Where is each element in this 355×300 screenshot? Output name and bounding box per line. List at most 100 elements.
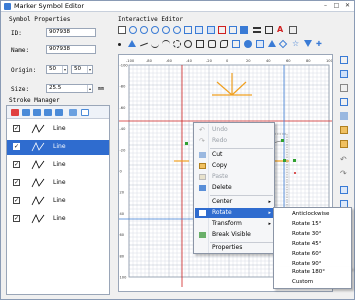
chevron-up-icon[interactable]: ▴ [87,85,92,92]
delete-stroke-icon[interactable] [11,109,19,116]
undo-icon[interactable]: ↶ [340,156,348,164]
star-icon[interactable]: ☆ [292,40,300,48]
line-style-icon[interactable] [265,26,273,34]
visibility-checkbox[interactable]: ✓ [13,179,20,186]
copy-icon[interactable] [340,126,348,134]
down-triangle-icon[interactable] [304,40,312,47]
chevron-down-icon[interactable]: ▾ [87,66,92,73]
menu-item-rotate[interactable]: Rotate ▸ [195,208,274,218]
stroke-row[interactable]: ✓ Line [7,122,109,137]
triangle-icon[interactable] [128,40,136,47]
menu-item-paste[interactable]: Paste [195,172,274,182]
rectangle-icon[interactable] [196,40,204,48]
id-field[interactable]: 907938 [46,28,96,37]
cross-icon[interactable]: ✚ [316,40,324,48]
menu-item-properties[interactable]: Properties [195,243,274,253]
stroke-row[interactable]: ✓ Line [7,212,109,227]
move-down-icon[interactable] [33,109,41,116]
visibility-checkbox[interactable]: ✓ [13,161,20,168]
ruler-tick-label: -40 [186,59,193,63]
line-weight-icon[interactable] [253,27,261,33]
stroke-row-selected[interactable]: ✓ Line [7,140,109,155]
arc-icon[interactable] [151,40,159,48]
chevron-down-icon[interactable]: ▾ [62,66,67,73]
size-unit: mm [98,86,105,92]
minimize-button[interactable]: – [321,2,330,10]
submenu-item-rotate-180[interactable]: Rotate 180° [275,267,351,277]
node-edit-icon[interactable] [340,98,348,106]
point-icon[interactable] [118,43,121,46]
home-icon[interactable] [340,70,348,78]
menu-item-center[interactable]: Center ▸ [195,197,274,207]
redo-icon[interactable]: ↷ [340,170,348,178]
stroke-row[interactable]: ✓ Line [7,158,109,173]
circle-icon[interactable] [129,26,137,34]
diamond-icon[interactable] [278,39,288,49]
zoom-out-icon[interactable] [151,26,159,34]
selection-handle[interactable] [185,142,188,145]
visibility-checkbox[interactable]: ✓ [13,143,20,150]
close-button[interactable]: ✕ [343,2,352,10]
grid-toggle-icon[interactable] [207,26,215,34]
menu-item-break-visible[interactable]: Break Visible [195,230,274,240]
paste-icon[interactable] [340,140,348,148]
rounded-rect-icon[interactable] [208,40,216,48]
size-stepper[interactable]: 25.5 ▴ [46,84,93,93]
visibility-checkbox[interactable]: ✓ [13,197,20,204]
stroke-row[interactable]: ✓ Line [7,176,109,191]
frame-icon[interactable] [184,26,192,34]
menu-label: Center [212,198,233,205]
menu-item-cut[interactable]: Cut [195,150,274,160]
selection-handle[interactable] [281,139,284,142]
select-icon[interactable] [340,56,348,64]
text-color-icon[interactable]: A [277,26,285,34]
menu-item-redo[interactable]: ↷ Redo [195,136,274,146]
menu-item-delete[interactable]: Delete [195,183,274,193]
visibility-checkbox[interactable]: ✓ [13,215,20,222]
crosshair-icon[interactable] [218,26,226,34]
move-up-icon[interactable] [44,109,52,116]
ellipse-icon[interactable] [184,40,192,48]
visibility-icon [199,232,206,238]
origin-y-stepper[interactable]: 50 ▾ [71,65,93,74]
zoom-in-icon[interactable] [140,26,148,34]
origin-x-stepper[interactable]: 50 ▾ [46,65,68,74]
maximize-button[interactable]: □ [332,2,341,10]
zoom-reset-icon[interactable] [173,26,181,34]
selection-handle[interactable] [283,159,286,162]
add-stroke-icon[interactable] [69,109,77,116]
color-picker-icon[interactable] [289,26,297,34]
submenu-item-custom[interactable]: Custom [275,277,351,287]
submenu-item-rotate-15[interactable]: Rotate 15° [275,219,351,229]
window-icon[interactable] [195,26,203,34]
submenu-item-rotate-60[interactable]: Rotate 60° [275,249,351,259]
curve-icon[interactable] [162,40,170,48]
selection-handle[interactable] [293,159,296,162]
properties-icon[interactable] [81,109,89,116]
move-bottom-icon[interactable] [55,109,63,116]
menu-item-transform[interactable]: Transform ▸ [195,219,274,229]
submenu-item-rotate-30[interactable]: Rotate 30° [275,229,351,239]
snap-icon[interactable] [229,26,237,34]
polygon-icon[interactable] [220,40,228,48]
move-top-icon[interactable] [22,109,30,116]
align-left-icon[interactable] [340,186,348,194]
stroke-row[interactable]: ✓ Line [7,194,109,209]
visibility-checkbox[interactable]: ✓ [13,125,20,132]
line-tool-icon[interactable] [140,42,148,47]
cut-icon[interactable] [340,112,348,120]
submenu-item-anticlockwise[interactable]: Anticlockwise [275,209,351,219]
pen-icon[interactable] [340,84,348,92]
filled-circle-icon[interactable] [244,40,252,48]
filled-rect-icon[interactable] [256,40,264,48]
menu-item-undo[interactable]: ↶ Undo [195,125,274,135]
name-field[interactable]: 907938 [46,45,96,54]
filled-triangle-icon[interactable] [268,40,276,47]
menu-item-copy[interactable]: Copy [195,161,274,171]
submenu-item-rotate-45[interactable]: Rotate 45° [275,239,351,249]
square-icon[interactable] [232,40,240,48]
fill-icon[interactable] [240,26,248,34]
pie-icon[interactable] [173,40,181,48]
id-icon[interactable] [118,26,126,34]
zoom-fit-icon[interactable] [162,26,170,34]
